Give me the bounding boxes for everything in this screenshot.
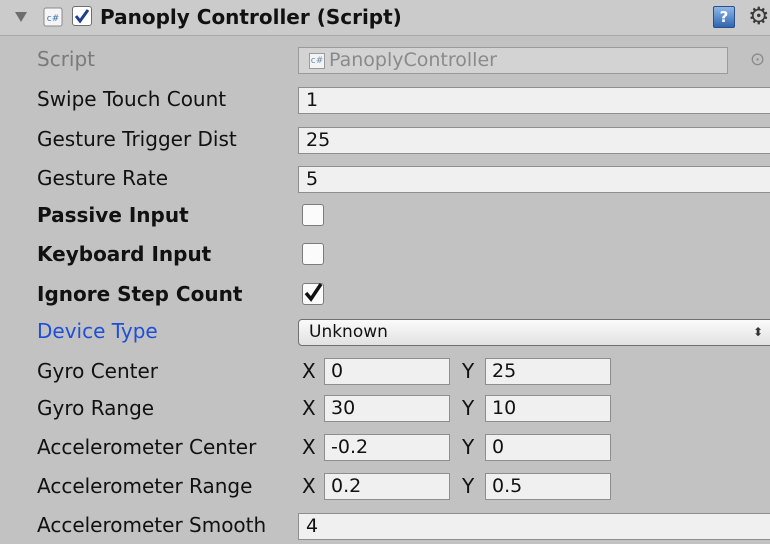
accelerometer-center-label: Accelerometer Center bbox=[37, 435, 257, 459]
passive-input-row: Passive Input bbox=[0, 197, 770, 234]
accelerometer-smooth-label: Accelerometer Smooth bbox=[37, 513, 267, 537]
gyro-center-x-input[interactable]: 0 bbox=[324, 358, 450, 385]
y-axis-label: Y bbox=[462, 474, 475, 498]
fold-arrow-icon[interactable] bbox=[15, 12, 27, 22]
gesture-trigger-dist-label: Gesture Trigger Dist bbox=[37, 127, 237, 151]
script-label: Script bbox=[37, 47, 96, 71]
swipe-touch-count-label: Swipe Touch Count bbox=[37, 87, 227, 111]
ignore-step-count-row: Ignore Step Count bbox=[0, 276, 770, 313]
accelerometer-range-x-input[interactable]: 0.2 bbox=[324, 473, 450, 500]
gesture-rate-label: Gesture Rate bbox=[37, 166, 169, 190]
gyro-range-x-input[interactable]: 30 bbox=[324, 395, 450, 422]
gesture-trigger-dist-input[interactable]: 25 bbox=[298, 127, 770, 154]
script-value: PanoplyController bbox=[329, 49, 497, 71]
component-title: Panoply Controller (Script) bbox=[100, 5, 402, 29]
updown-arrows-icon: ⬍ bbox=[752, 325, 763, 339]
gesture-rate-input[interactable]: 5 bbox=[298, 166, 770, 193]
x-axis-label: X bbox=[302, 359, 316, 383]
accelerometer-range-label: Accelerometer Range bbox=[37, 474, 253, 498]
x-axis-label: X bbox=[302, 396, 316, 420]
accelerometer-center-y-input[interactable]: 0 bbox=[485, 434, 611, 461]
ignore-step-count-checkbox[interactable] bbox=[302, 283, 324, 305]
script-row: Script c# PanoplyController ⊙ bbox=[0, 41, 770, 78]
device-type-row: Device Type Unknown ⬍ bbox=[0, 313, 770, 350]
accelerometer-smooth-row: Accelerometer Smooth 4 bbox=[0, 507, 770, 544]
csharp-script-icon: c# bbox=[43, 7, 63, 27]
y-axis-label: Y bbox=[462, 435, 475, 459]
x-axis-label: X bbox=[302, 435, 316, 459]
gyro-center-label: Gyro Center bbox=[37, 359, 159, 383]
gyro-center-y-input[interactable]: 25 bbox=[485, 358, 611, 385]
accelerometer-center-row: Accelerometer Center X -0.2 Y 0 bbox=[0, 429, 770, 466]
ignore-step-count-label: Ignore Step Count bbox=[37, 282, 243, 306]
accelerometer-smooth-input[interactable]: 4 bbox=[298, 513, 770, 540]
gesture-trigger-dist-row: Gesture Trigger Dist 25 bbox=[0, 121, 770, 158]
accelerometer-range-row: Accelerometer Range X 0.2 Y 0.5 bbox=[0, 468, 770, 505]
gyro-range-row: Gyro Range X 30 Y 10 bbox=[0, 390, 770, 427]
keyboard-input-label: Keyboard Input bbox=[37, 242, 212, 266]
help-book-icon[interactable]: ? bbox=[713, 6, 735, 28]
passive-input-label: Passive Input bbox=[37, 203, 189, 227]
x-axis-label: X bbox=[302, 474, 316, 498]
swipe-touch-count-input[interactable]: 1 bbox=[298, 87, 770, 114]
gyro-center-row: Gyro Center X 0 Y 25 bbox=[0, 353, 770, 390]
y-axis-label: Y bbox=[462, 359, 475, 383]
keyboard-input-checkbox[interactable] bbox=[302, 243, 324, 265]
script-object-field[interactable]: c# PanoplyController bbox=[298, 47, 728, 74]
swipe-touch-count-row: Swipe Touch Count 1 bbox=[0, 81, 770, 118]
component-enabled-checkbox[interactable] bbox=[72, 6, 92, 26]
svg-text:c#: c# bbox=[47, 14, 60, 24]
device-type-dropdown[interactable]: Unknown ⬍ bbox=[298, 319, 770, 346]
accelerometer-center-x-input[interactable]: -0.2 bbox=[324, 434, 450, 461]
device-type-label: Device Type bbox=[37, 319, 158, 343]
passive-input-checkbox[interactable] bbox=[302, 204, 324, 226]
component-header: c# Panoply Controller (Script) ? ⚙ bbox=[0, 0, 770, 36]
checkmark-icon bbox=[74, 9, 90, 24]
y-axis-label: Y bbox=[462, 396, 475, 420]
gesture-rate-row: Gesture Rate 5 bbox=[0, 160, 770, 197]
gear-icon[interactable]: ⚙ bbox=[748, 2, 770, 30]
object-picker-icon[interactable]: ⊙ bbox=[750, 48, 765, 72]
gyro-range-label: Gyro Range bbox=[37, 396, 155, 420]
checkmark-icon bbox=[304, 283, 323, 302]
accelerometer-range-y-input[interactable]: 0.5 bbox=[485, 473, 611, 500]
device-type-value: Unknown bbox=[309, 322, 388, 342]
csharp-script-icon: c# bbox=[309, 52, 325, 69]
keyboard-input-row: Keyboard Input bbox=[0, 236, 770, 273]
gyro-range-y-input[interactable]: 10 bbox=[485, 395, 611, 422]
